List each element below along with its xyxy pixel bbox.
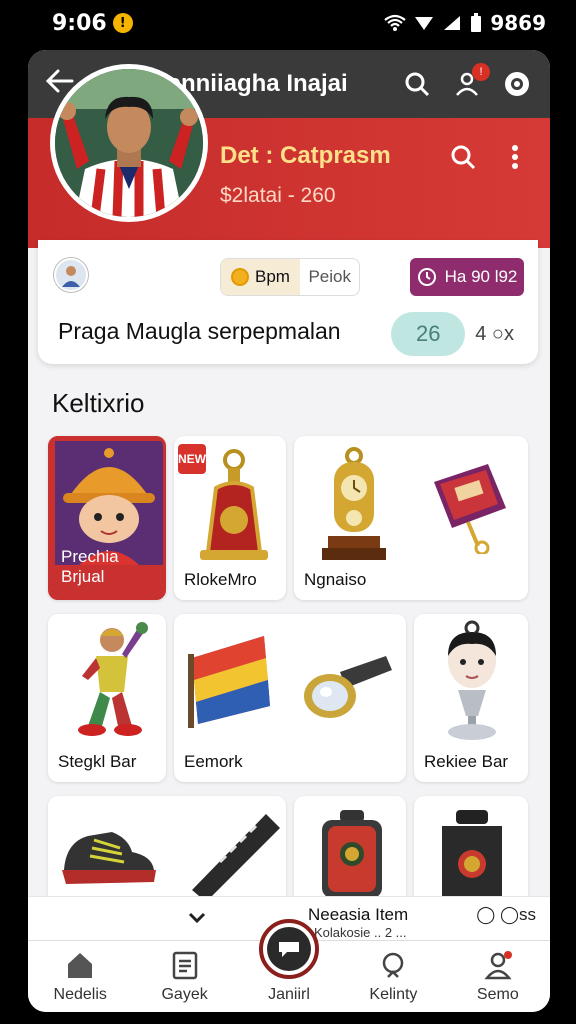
nav-label: Janiirl [268,986,310,1003]
grid-item[interactable]: Stegkl Bar [48,614,166,782]
shoe-icon [62,832,156,884]
now-playing-controls[interactable]: ◯ ◯ss [476,905,536,925]
flashlight-icon [304,656,392,718]
item-label: Stegkl Bar [58,752,137,771]
clipboard-icon [172,951,197,980]
scarf-icon [192,814,280,900]
now-playing-title: Neeasia Item [308,905,409,924]
settings-icon[interactable] [502,69,532,99]
avatar[interactable] [50,64,208,222]
count-pill[interactable]: 26 [391,312,466,356]
item-label: Prechia Brjual [61,547,119,586]
item-label: Rekiee Bar [424,752,509,771]
search-icon [383,952,404,978]
section-title: Keltixrio [52,388,145,418]
grid-item[interactable]: NEW RlokeMro [174,436,286,600]
now-playing-subtitle: Kolakosie .. 2 ... [314,925,407,940]
profile-card: Bpm Peiok Ha 90 l92 Praga Maugla serpepm… [38,240,538,364]
clock-text: 9:06 [52,10,107,36]
item-label: RlokeMro [184,570,257,589]
currency-tab-active[interactable]: Bpm [221,259,301,295]
nav-item-search[interactable]: Kelinty [341,941,445,1012]
currency-label: Bpm [255,267,290,286]
status-time: 9:06 ! [52,11,133,36]
currency-tab-inactive[interactable]: Peiok [300,259,359,295]
search-icon[interactable] [402,69,432,99]
coin-icon [231,268,249,286]
nav-item-home[interactable]: Nedelis [28,941,132,1012]
status-bar: 9:06 ! 9869 [0,0,576,46]
nav-label: Nedelis [53,986,107,1003]
profile-stats: 26 4 ○x [391,312,514,356]
grid-item[interactable] [48,796,286,906]
center-action-button[interactable] [259,919,320,979]
vip-button[interactable]: Ha 90 l92 [410,258,524,296]
clock-icon [417,268,436,286]
grid-item[interactable]: Rekiee Bar [414,614,528,782]
grid-item[interactable] [414,796,528,906]
nav-label: Kelinty [369,986,418,1003]
flag-banner-icon [188,636,270,728]
profile-name: Det : Catprasm [220,142,391,169]
cell-signal-icon [444,16,461,30]
nav-item-center[interactable]: Janiirl [237,919,341,1012]
bell-charm-icon [200,449,268,560]
nav-label: Semo [476,986,519,1003]
friends-badge: ! [472,63,490,81]
more-vertical-icon[interactable] [500,142,530,172]
notification-dot-icon: ! [112,13,133,33]
vip-label: Ha 90 l92 [444,267,518,286]
grid-item[interactable]: Eemork [174,614,406,782]
battery-icon [471,13,482,32]
currency-toggle[interactable]: Bpm Peiok [220,258,360,296]
chevron-down-icon[interactable] [188,907,206,930]
nav-label: Gayek [161,986,208,1003]
profile-icon [484,951,512,980]
dancer-figure-icon [78,622,148,736]
jersey-icon [442,810,502,898]
grid-item[interactable]: Prechia Brjual [48,436,166,600]
profile-subtitle: $2latai - 260 [220,184,336,207]
purple-badge-icon [434,464,506,554]
player-photo [55,69,203,217]
home-icon [68,953,93,978]
app-frame: Nenniiagha Inajai ! Det : Catprasm $2lat… [28,50,550,1012]
nav-item-gayek[interactable]: Gayek [132,941,236,1012]
trophy-clock-icon [322,447,386,560]
friends-icon[interactable]: ! [452,63,490,99]
signal-triangle-icon [415,17,434,30]
bottom-nav: Nedelis Gayek Janiirl Kelinty Semo [28,919,550,1012]
nav-item-profile[interactable]: Semo [446,941,550,1012]
profile-search-icon[interactable] [448,142,478,172]
small-avatar-icon[interactable] [54,258,88,292]
chat-icon [279,942,300,957]
battery-text: 9869 [490,11,546,35]
item-label: Eemork [184,752,243,771]
profile-tagline: Praga Maugla serpepmalan [58,318,341,344]
wifi-icon [384,14,407,31]
item-label: Ngnaiso [304,570,367,589]
grid-item[interactable]: Ngnaiso [294,436,528,600]
grid-item[interactable] [294,796,406,906]
status-icons: 9869 [384,11,546,35]
bust-trophy-icon [448,620,496,740]
stat-suffix: 4 ○x [475,322,514,345]
backpack-icon [322,810,382,898]
